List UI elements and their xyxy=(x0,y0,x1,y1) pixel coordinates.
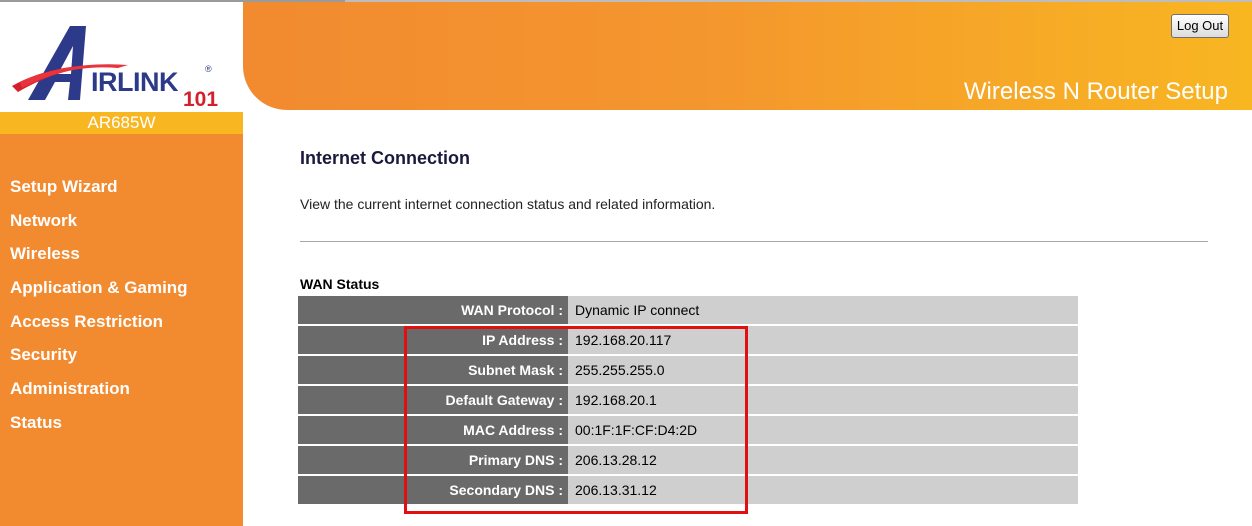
wan-status-table: WAN Protocol : Dynamic IP connect IP Add… xyxy=(298,294,1078,506)
airlink-logo-icon: IRLINK ® 101 xyxy=(12,26,218,111)
secondary-dns-label: Secondary DNS : xyxy=(298,476,568,504)
default-gateway-label: Default Gateway : xyxy=(298,386,568,414)
nav-item-wireless[interactable]: Wireless xyxy=(10,241,188,275)
page-title: Internet Connection xyxy=(300,148,470,168)
page-description: View the current internet connection sta… xyxy=(300,196,716,212)
sidebar-nav: Setup Wizard Network Wireless Applicatio… xyxy=(10,174,188,444)
sidebar: IRLINK ® 101 AR685W Setup Wizard Network… xyxy=(0,2,243,526)
mac-address-value: 00:1F:1F:CF:D4:2D xyxy=(568,416,1078,444)
table-row: Subnet Mask : 255.255.255.0 xyxy=(298,356,1078,384)
table-row: Primary DNS : 206.13.28.12 xyxy=(298,446,1078,474)
table-row: Default Gateway : 192.168.20.1 xyxy=(298,386,1078,414)
primary-dns-label: Primary DNS : xyxy=(298,446,568,474)
wan-status-heading: WAN Status xyxy=(300,276,380,292)
nav-item-status[interactable]: Status xyxy=(10,410,188,444)
ip-address-value: 192.168.20.117 xyxy=(568,326,1078,354)
divider xyxy=(300,241,1208,242)
header-banner: Wireless N Router Setup xyxy=(243,2,1252,110)
subnet-mask-label: Subnet Mask : xyxy=(298,356,568,384)
nav-item-security[interactable]: Security xyxy=(10,342,188,376)
table-row: MAC Address : 00:1F:1F:CF:D4:2D xyxy=(298,416,1078,444)
ip-address-label: IP Address : xyxy=(298,326,568,354)
table-row: IP Address : 192.168.20.117 xyxy=(298,326,1078,354)
table-row: WAN Protocol : Dynamic IP connect xyxy=(298,296,1078,324)
wan-protocol-value: Dynamic IP connect xyxy=(568,296,1078,324)
model-name: AR685W xyxy=(0,112,243,134)
nav-item-access-restriction[interactable]: Access Restriction xyxy=(10,309,188,343)
svg-text:®: ® xyxy=(205,64,212,74)
svg-text:IRLINK: IRLINK xyxy=(91,67,179,97)
subnet-mask-value: 255.255.255.0 xyxy=(568,356,1078,384)
default-gateway-value: 192.168.20.1 xyxy=(568,386,1078,414)
wan-protocol-label: WAN Protocol : xyxy=(298,296,568,324)
router-setup-title: Wireless N Router Setup xyxy=(963,78,1228,105)
nav-item-network[interactable]: Network xyxy=(10,208,188,242)
table-row: Secondary DNS : 206.13.31.12 xyxy=(298,476,1078,504)
primary-dns-value: 206.13.28.12 xyxy=(568,446,1078,474)
mac-address-label: MAC Address : xyxy=(298,416,568,444)
secondary-dns-value: 206.13.31.12 xyxy=(568,476,1078,504)
nav-item-setup-wizard[interactable]: Setup Wizard xyxy=(10,174,188,208)
airlink-logo[interactable]: IRLINK ® 101 xyxy=(0,2,243,112)
nav-item-administration[interactable]: Administration xyxy=(10,376,188,410)
svg-text:101: 101 xyxy=(183,88,218,111)
logout-button[interactable]: Log Out xyxy=(1171,14,1229,38)
nav-item-application-gaming[interactable]: Application & Gaming xyxy=(10,275,188,309)
